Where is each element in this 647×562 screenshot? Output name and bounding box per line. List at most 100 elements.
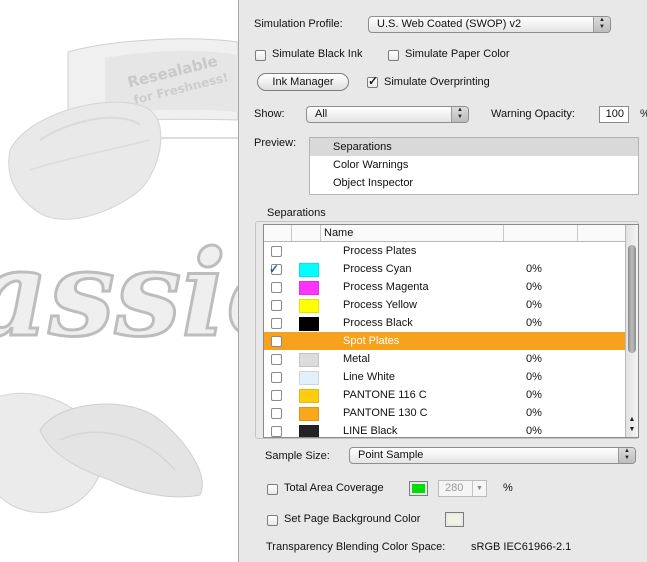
separation-swatch bbox=[299, 335, 319, 349]
separation-name: Process Magenta bbox=[343, 281, 429, 293]
warning-opacity-unit: % bbox=[640, 108, 647, 120]
separation-row[interactable]: Process Yellow 0% bbox=[264, 296, 626, 314]
separation-visibility-checkbox[interactable] bbox=[271, 426, 282, 437]
preview-item-color-warnings[interactable]: Color Warnings bbox=[310, 156, 638, 174]
blending-space-value: sRGB IEC61966-2.1 bbox=[471, 541, 572, 553]
simulate-paper-color-label: Simulate Paper Color bbox=[405, 48, 510, 60]
separation-visibility-checkbox[interactable] bbox=[271, 390, 282, 401]
simulation-profile-value: U.S. Web Coated (SWOP) v2 bbox=[377, 18, 522, 30]
separation-visibility-checkbox[interactable] bbox=[271, 336, 282, 347]
page-background-color-swatch[interactable] bbox=[445, 512, 464, 527]
preview-item-separations[interactable]: Separations bbox=[310, 138, 638, 156]
separation-row[interactable]: Metal 0% bbox=[264, 350, 626, 368]
total-area-coverage-value: 280 bbox=[445, 482, 464, 494]
separation-swatch bbox=[299, 389, 319, 403]
page-background-checkbox[interactable] bbox=[267, 515, 278, 526]
sample-size-select[interactable]: Point Sample ▲ ▼ bbox=[349, 447, 636, 464]
simulation-profile-label: Simulation Profile: bbox=[254, 18, 343, 30]
sample-size-value: Point Sample bbox=[358, 449, 424, 461]
separation-name: Metal bbox=[343, 353, 370, 365]
separation-name: PANTONE 116 C bbox=[343, 389, 427, 401]
separation-name: Process Cyan bbox=[343, 263, 412, 275]
total-area-coverage-color-swatch[interactable] bbox=[409, 481, 428, 496]
separations-group-label: Separations bbox=[265, 207, 328, 219]
preview-item-object-inspector[interactable]: Object Inspector bbox=[310, 174, 638, 192]
checkmark-icon: ✓ bbox=[368, 74, 379, 88]
simulate-black-ink-checkbox[interactable] bbox=[255, 50, 266, 61]
preview-mode-list[interactable]: Separations Color Warnings Object Inspec… bbox=[309, 137, 639, 195]
separation-visibility-checkbox[interactable] bbox=[271, 354, 282, 365]
show-label: Show: bbox=[254, 108, 285, 120]
separation-row[interactable]: LINE Black 0% bbox=[264, 422, 626, 437]
document-canvas[interactable]: Resealable for Freshness! assic bbox=[0, 0, 238, 562]
separation-visibility-checkbox[interactable] bbox=[271, 408, 282, 419]
separation-visibility-checkbox[interactable] bbox=[271, 282, 282, 293]
simulate-black-ink-label: Simulate Black Ink bbox=[272, 48, 363, 60]
separation-swatch bbox=[299, 281, 319, 295]
warning-opacity-label: Warning Opacity: bbox=[491, 108, 575, 120]
separation-name: Process Black bbox=[343, 317, 413, 329]
output-preview-panel: Simulation Profile: U.S. Web Coated (SWO… bbox=[238, 0, 647, 562]
separation-swatch bbox=[299, 407, 319, 421]
separation-row[interactable]: ✓ Process Cyan 0% bbox=[264, 260, 626, 278]
page-background-label: Set Page Background Color bbox=[284, 513, 421, 525]
header-col-swatch bbox=[292, 225, 321, 241]
header-col-percent[interactable] bbox=[504, 225, 578, 241]
total-area-coverage-checkbox[interactable] bbox=[267, 484, 278, 495]
separations-table-header: Name bbox=[264, 225, 626, 242]
scroll-down-arrow-icon[interactable]: ▼ bbox=[626, 425, 638, 435]
separation-name: PANTONE 130 C bbox=[343, 407, 428, 419]
separation-coverage: 0% bbox=[526, 389, 542, 401]
separation-coverage: 0% bbox=[526, 353, 542, 365]
simulate-overprinting-label: Simulate Overprinting bbox=[384, 76, 490, 88]
simulation-profile-select[interactable]: U.S. Web Coated (SWOP) v2 ▲ ▼ bbox=[368, 16, 611, 33]
separation-name: Line White bbox=[343, 371, 395, 383]
warning-opacity-input[interactable]: 100 bbox=[599, 106, 629, 123]
header-col-extra bbox=[578, 225, 626, 241]
total-area-coverage-label: Total Area Coverage bbox=[284, 482, 384, 494]
separation-row[interactable]: Spot Plates bbox=[264, 332, 626, 350]
separation-name: LINE Black bbox=[343, 425, 398, 437]
separation-swatch bbox=[299, 317, 319, 331]
artwork-preview: Resealable for Freshness! assic bbox=[0, 38, 238, 514]
separation-coverage: 0% bbox=[526, 281, 542, 293]
show-select[interactable]: All ▲ ▼ bbox=[306, 106, 469, 123]
swatch-fill bbox=[448, 515, 461, 524]
total-area-coverage-combo[interactable]: 280 ▼ bbox=[438, 480, 487, 497]
logo-text: assic bbox=[0, 224, 238, 363]
simulate-overprinting-checkbox[interactable]: ✓ bbox=[367, 74, 379, 88]
chevron-down-icon[interactable]: ▼ bbox=[472, 481, 486, 496]
separation-coverage: 0% bbox=[526, 299, 542, 311]
preview-label: Preview: bbox=[254, 137, 297, 149]
separation-swatch bbox=[299, 371, 319, 385]
separation-coverage: 0% bbox=[526, 407, 542, 419]
separation-visibility-checkbox[interactable] bbox=[271, 246, 282, 257]
separation-row[interactable]: PANTONE 116 C 0% bbox=[264, 386, 626, 404]
popup-arrows-icon: ▲ ▼ bbox=[593, 17, 610, 32]
popup-arrows-icon: ▲ ▼ bbox=[618, 448, 635, 463]
separation-row[interactable]: PANTONE 130 C 0% bbox=[264, 404, 626, 422]
header-col-name[interactable]: Name bbox=[321, 225, 504, 241]
separation-swatch bbox=[299, 245, 319, 259]
scrollbar-thumb[interactable] bbox=[628, 245, 636, 353]
separations-table[interactable]: Name Process Plates ✓ Process Cyan 0% Proces… bbox=[263, 224, 639, 438]
separation-row[interactable]: Process Black 0% bbox=[264, 314, 626, 332]
separation-name: Process Yellow bbox=[343, 299, 417, 311]
separation-coverage: 0% bbox=[526, 425, 542, 437]
separation-row[interactable]: Line White 0% bbox=[264, 368, 626, 386]
separation-visibility-checkbox[interactable] bbox=[271, 300, 282, 311]
separation-visibility-checkbox[interactable] bbox=[271, 372, 282, 383]
scroll-up-arrow-icon[interactable]: ▲ bbox=[626, 415, 638, 425]
header-col-check bbox=[264, 225, 292, 241]
swatch-fill bbox=[412, 484, 425, 493]
total-area-coverage-unit: % bbox=[503, 482, 513, 494]
separation-swatch bbox=[299, 353, 319, 367]
separation-visibility-checkbox[interactable] bbox=[271, 318, 282, 329]
separation-name: Process Plates bbox=[343, 245, 417, 257]
ink-manager-button[interactable]: Ink Manager bbox=[257, 73, 349, 91]
simulate-paper-color-checkbox[interactable] bbox=[388, 50, 399, 61]
separations-scrollbar[interactable]: ▲ ▼ bbox=[625, 225, 638, 437]
separation-row[interactable]: Process Plates bbox=[264, 242, 626, 260]
show-value: All bbox=[315, 108, 328, 120]
separation-row[interactable]: Process Magenta 0% bbox=[264, 278, 626, 296]
